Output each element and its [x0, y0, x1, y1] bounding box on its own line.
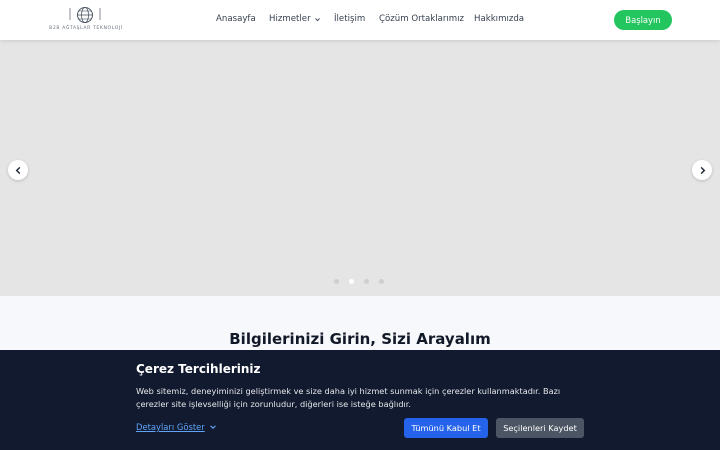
slider-next-button[interactable] — [692, 160, 712, 180]
section-title: Bilgilerinizi Girin, Sizi Arayalım — [229, 330, 491, 348]
nav-item-label: Hakkımızda — [474, 14, 525, 24]
cookie-title: Çerez Tercihleriniz — [136, 362, 261, 376]
slider-prev-button[interactable] — [8, 160, 28, 180]
cookie-banner: Çerez Tercihleriniz Web sitemiz, deneyim… — [0, 350, 720, 450]
chevron-down-icon — [314, 17, 320, 21]
nav-item-label: Çözüm Ortaklarımız — [379, 14, 465, 24]
show-details-label: Detayları Göster — [136, 422, 205, 432]
slider-dot[interactable] — [364, 279, 369, 284]
save-selected-button[interactable]: Seçilenleri Kaydet — [496, 418, 584, 438]
nav-item-label: İletişim — [334, 14, 366, 24]
nav-item-contact[interactable]: İletişim — [334, 14, 365, 24]
chevron-down-icon — [209, 425, 216, 429]
nav-item-about[interactable]: Hakkımızda — [474, 14, 524, 24]
logo-text: B2B AĞTAŞLAR TEKNOLOJİ — [49, 26, 123, 31]
get-started-button[interactable]: Başlayın — [614, 10, 672, 30]
chevron-left-icon — [15, 166, 20, 174]
logo[interactable]: B2B AĞTAŞLAR TEKNOLOJİ — [48, 6, 124, 34]
slider-dot[interactable] — [334, 279, 339, 284]
globe-logo-icon — [69, 7, 101, 23]
nav-item-label: Hizmetler — [269, 14, 311, 24]
nav-item-home[interactable]: Anasayfa — [216, 14, 256, 24]
accept-all-button[interactable]: Tümünü Kabul Et — [404, 418, 488, 438]
slider-dot-active[interactable] — [349, 279, 354, 284]
hero-slider — [0, 40, 720, 296]
cookie-description: Web sitemiz, deneyiminizi geliştirmek ve… — [136, 386, 561, 409]
nav-item-services[interactable]: Hizmetler — [269, 14, 321, 24]
slider-dot[interactable] — [379, 279, 384, 284]
site-header: B2B AĞTAŞLAR TEKNOLOJİ Anasayfa Hizmetle… — [0, 0, 720, 40]
chevron-right-icon — [700, 166, 705, 174]
nav-item-partners[interactable]: Çözüm Ortaklarımız — [379, 14, 464, 24]
show-details-link[interactable]: Detayları Göster — [136, 422, 217, 432]
slider-pagination — [334, 279, 384, 284]
nav-item-label: Anasayfa — [216, 14, 256, 24]
